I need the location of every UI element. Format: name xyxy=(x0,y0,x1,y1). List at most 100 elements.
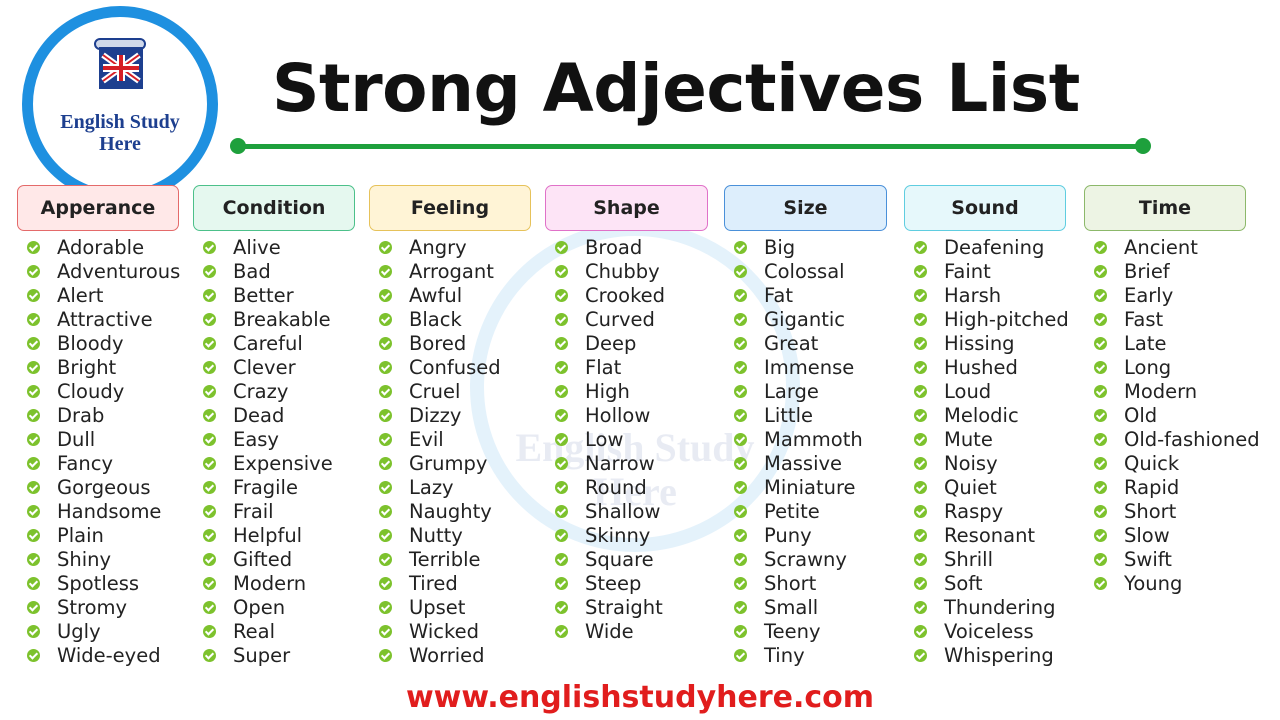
column-heading: Time xyxy=(1084,185,1246,231)
check-icon xyxy=(27,288,40,302)
check-icon xyxy=(734,600,747,614)
list-item: Black xyxy=(369,307,531,331)
list-item-label: Large xyxy=(764,379,819,403)
check-icon xyxy=(1094,288,1107,302)
check-icon xyxy=(27,432,40,446)
list-item-label: Deafening xyxy=(944,235,1045,259)
check-icon xyxy=(734,408,747,422)
check-icon xyxy=(1094,384,1107,398)
check-icon xyxy=(203,456,216,470)
list-item-label: Adorable xyxy=(57,235,145,259)
check-icon xyxy=(379,312,392,326)
check-icon xyxy=(555,240,568,254)
list-item-label: Spotless xyxy=(57,571,140,595)
list-item-label: Whispering xyxy=(944,643,1054,667)
list-item-label: High xyxy=(585,379,630,403)
list-item-label: Scrawny xyxy=(764,547,847,571)
check-icon xyxy=(203,240,216,254)
list-item-label: Real xyxy=(233,619,276,643)
list-item: Raspy xyxy=(904,499,1066,523)
check-icon xyxy=(1094,264,1107,278)
list-item-label: Fancy xyxy=(57,451,113,475)
check-icon xyxy=(734,264,747,278)
check-icon xyxy=(27,408,40,422)
list-item-label: Gigantic xyxy=(764,307,845,331)
check-icon xyxy=(379,624,392,638)
check-icon xyxy=(914,360,927,374)
list-item-label: Careful xyxy=(233,331,303,355)
list-item: Wicked xyxy=(369,619,531,643)
list-item-label: Tiny xyxy=(764,643,805,667)
list-item-label: Wide-eyed xyxy=(57,643,161,667)
list-item-label: Little xyxy=(764,403,813,427)
check-icon xyxy=(555,528,568,542)
list-item-label: Easy xyxy=(233,427,279,451)
list-item-label: Breakable xyxy=(233,307,331,331)
list-item-label: Cruel xyxy=(409,379,461,403)
list-item-label: Mute xyxy=(944,427,993,451)
check-icon xyxy=(555,264,568,278)
list-item: Super xyxy=(193,643,355,667)
check-icon xyxy=(734,648,747,662)
list-item: Shrill xyxy=(904,547,1066,571)
list-item: Careful xyxy=(193,331,355,355)
list-item-label: Colossal xyxy=(764,259,845,283)
check-icon xyxy=(379,288,392,302)
check-icon xyxy=(1094,432,1107,446)
list-item-label: Low xyxy=(585,427,624,451)
check-icon xyxy=(914,432,927,446)
list-item-label: Mammoth xyxy=(764,427,863,451)
list-item: Large xyxy=(724,379,887,403)
check-icon xyxy=(914,624,927,638)
list-item: Mute xyxy=(904,427,1066,451)
list-item: Awful xyxy=(369,283,531,307)
list-item-label: Swift xyxy=(1124,547,1172,571)
list-item-label: Helpful xyxy=(233,523,303,547)
list-item: Cloudy xyxy=(17,379,179,403)
list-item-label: Hushed xyxy=(944,355,1018,379)
list-item-label: Cloudy xyxy=(57,379,125,403)
list-item-label: Great xyxy=(764,331,819,355)
check-icon xyxy=(1094,576,1107,590)
check-icon xyxy=(203,288,216,302)
list-item-label: Miniature xyxy=(764,475,856,499)
check-icon xyxy=(734,528,747,542)
list-item: Wide-eyed xyxy=(17,643,179,667)
list-item-label: Small xyxy=(764,595,819,619)
list-item-label: Ugly xyxy=(57,619,101,643)
list-item-label: Wicked xyxy=(409,619,479,643)
column-time: Time Ancient Brief Early Fast Late Long Modern… xyxy=(1084,185,1260,595)
list-item-label: High-pitched xyxy=(944,307,1069,331)
check-icon xyxy=(914,576,927,590)
column-appearance: Apperance Adorable Adventurous Alert Attrac… xyxy=(17,185,180,667)
check-icon xyxy=(914,240,927,254)
check-icon xyxy=(203,432,216,446)
list-item: Clever xyxy=(193,355,355,379)
check-icon xyxy=(555,384,568,398)
list-item-label: Square xyxy=(585,547,654,571)
check-icon xyxy=(555,504,568,518)
list-item-label: Dead xyxy=(233,403,285,427)
list-item-label: Tired xyxy=(409,571,458,595)
check-icon xyxy=(203,504,216,518)
check-icon xyxy=(203,360,216,374)
list-item: Little xyxy=(724,403,887,427)
list-item: Short xyxy=(1084,499,1246,523)
book-flag-icon xyxy=(94,38,146,89)
list-item: Early xyxy=(1084,283,1246,307)
list-item-label: Teeny xyxy=(764,619,821,643)
list-item: Open xyxy=(193,595,355,619)
list-item: Fast xyxy=(1084,307,1246,331)
check-icon xyxy=(734,336,747,350)
list-item-label: Massive xyxy=(764,451,843,475)
list-item-label: Frail xyxy=(233,499,274,523)
list-item-label: Round xyxy=(585,475,647,499)
list-item: Bright xyxy=(17,355,179,379)
list-item: Narrow xyxy=(545,451,708,475)
list-item: Colossal xyxy=(724,259,887,283)
list-item: Upset xyxy=(369,595,531,619)
check-icon xyxy=(1094,528,1107,542)
list-item-label: Deep xyxy=(585,331,637,355)
list-item: Dull xyxy=(17,427,179,451)
check-icon xyxy=(914,528,927,542)
